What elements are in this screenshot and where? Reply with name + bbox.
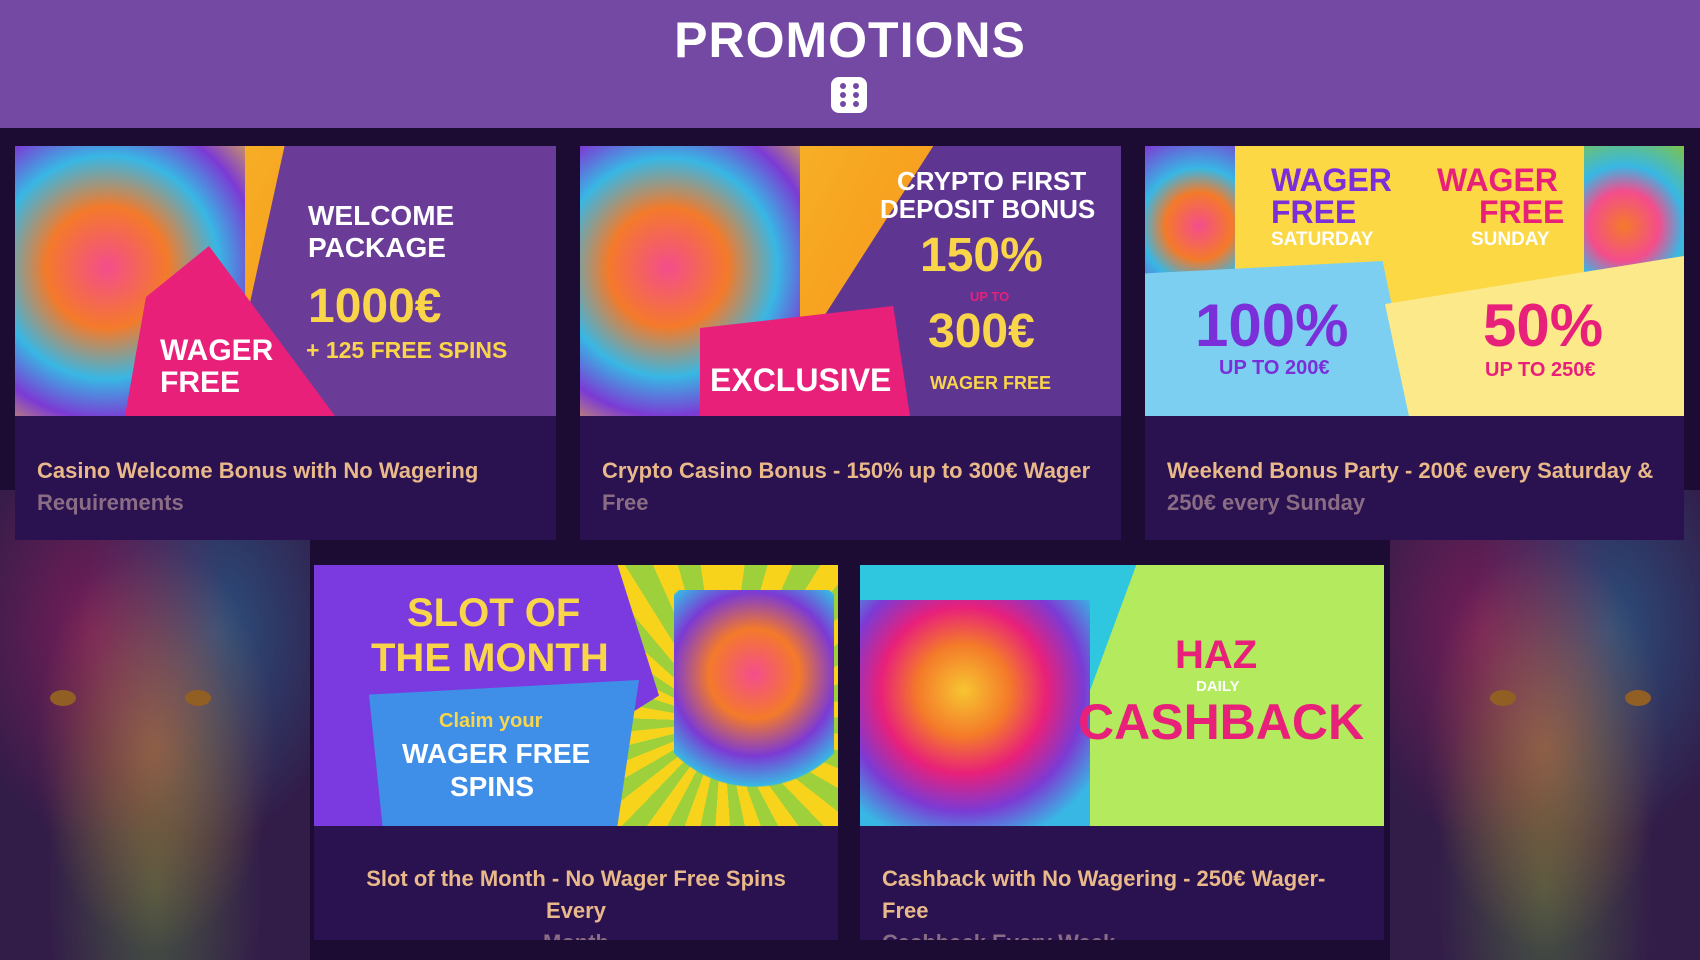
caption-line2: Month [336,927,816,940]
banner-line1: WELCOME [308,200,455,231]
banner-daily: DAILY [1196,678,1240,695]
promo-card-weekend[interactable]: WAGER FREE SATURDAY WAGER FREE SUNDAY 10… [1145,146,1684,540]
promo-card-crypto[interactable]: CRYPTO FIRST DEPOSIT BONUS 150% UP TO 30… [580,146,1121,540]
banner-note: WAGER FREE [930,373,1052,393]
sun-line3: SUNDAY [1471,229,1550,250]
banner-claim: Claim your [439,710,543,732]
promo-card-welcome[interactable]: WELCOME PACKAGE 1000€ + 125 FREE SPINS W… [15,146,556,540]
banner-haz: HAZ [1175,633,1258,677]
banner-percent: 150% [920,229,1043,282]
banner-cashback: CASHBACK [1078,694,1365,750]
sat-line1: WAGER [1271,162,1392,198]
sun-line2: FREE [1479,194,1565,230]
promo-card-slot-of-month[interactable]: SLOT OF THE MONTH Claim your WAGER FREE … [314,565,838,940]
promo-banner-welcome[interactable]: WELCOME PACKAGE 1000€ + 125 FREE SPINS W… [15,146,556,416]
banner-tag: EXCLUSIVE [710,362,892,398]
banner-amount: 1000€ [308,280,442,333]
caption-line1: Cashback with No Wagering - 250€ Wager-F… [882,866,1326,923]
sun-line1: WAGER [1437,162,1558,198]
promo-caption[interactable]: Slot of the Month - No Wager Free Spins … [314,826,838,940]
banner-wager-free: WAGER FREE [402,738,591,769]
banner-tag2: FREE [160,366,241,399]
banner-line2: THE MONTH [371,636,609,680]
banner-spins: SPINS [450,771,535,802]
lion-eye [50,690,76,706]
sat-line2: FREE [1271,194,1357,230]
promotions-header: PROMOTIONS [0,0,1700,128]
sun-amount: UP TO 250€ [1485,359,1596,381]
caption-line1: Weekend Bonus Party - 200€ every Saturda… [1167,458,1654,483]
promo-card-cashback[interactable]: HAZ DAILY CASHBACK Cashback with No Wage… [860,565,1384,940]
sat-line3: SATURDAY [1271,229,1374,250]
caption-line2: Requirements [37,490,184,515]
promo-caption[interactable]: Cashback with No Wagering - 250€ Wager-F… [860,826,1384,940]
banner-line1: CRYPTO FIRST [897,166,1087,196]
banner-extra: + 125 FREE SPINS [306,337,508,363]
eagle-illustration [674,590,834,800]
promo-banner-slot-of-month[interactable]: SLOT OF THE MONTH Claim your WAGER FREE … [314,565,838,826]
promo-caption[interactable]: Casino Welcome Bonus with No Wagering Re… [15,416,556,519]
promo-banner-cashback[interactable]: HAZ DAILY CASHBACK [860,565,1384,826]
page-title: PROMOTIONS [674,12,1026,68]
promo-caption[interactable]: Weekend Bonus Party - 200€ every Saturda… [1145,416,1684,519]
sun-percent: 50% [1483,292,1604,359]
lion-eye [1490,690,1516,706]
banner-amount: 300€ [928,305,1035,358]
promo-caption[interactable]: Crypto Casino Bonus - 150% up to 300€ Wa… [580,416,1121,519]
lion-eye [185,690,211,706]
lion-eye [1625,690,1651,706]
banner-line1: SLOT OF [407,591,581,635]
dice-icon[interactable] [831,77,867,113]
promo-banner-weekend[interactable]: WAGER FREE SATURDAY WAGER FREE SUNDAY 10… [1145,146,1684,416]
caption-line2: 250€ every Sunday [1167,490,1366,515]
caption-line1: Crypto Casino Bonus - 150% up to 300€ Wa… [602,458,1091,483]
promo-banner-crypto[interactable]: CRYPTO FIRST DEPOSIT BONUS 150% UP TO 30… [580,146,1121,416]
banner-upto: UP TO [970,289,1010,304]
background-lion-left [0,490,310,960]
sat-amount: UP TO 200€ [1219,357,1330,379]
caption-line1: Slot of the Month - No Wager Free Spins … [366,866,786,923]
eagle-illustration [860,600,1090,826]
banner-line2: DEPOSIT BONUS [880,194,1096,224]
caption-line1: Casino Welcome Bonus with No Wagering [37,458,479,483]
background-lion-right [1390,490,1700,960]
banner-line2: PACKAGE [308,232,446,263]
caption-line2: Free [602,490,649,515]
banner-tag1: WAGER [160,334,274,367]
sat-percent: 100% [1195,292,1349,359]
caption-line2: Cashback Every Week [882,927,1362,940]
